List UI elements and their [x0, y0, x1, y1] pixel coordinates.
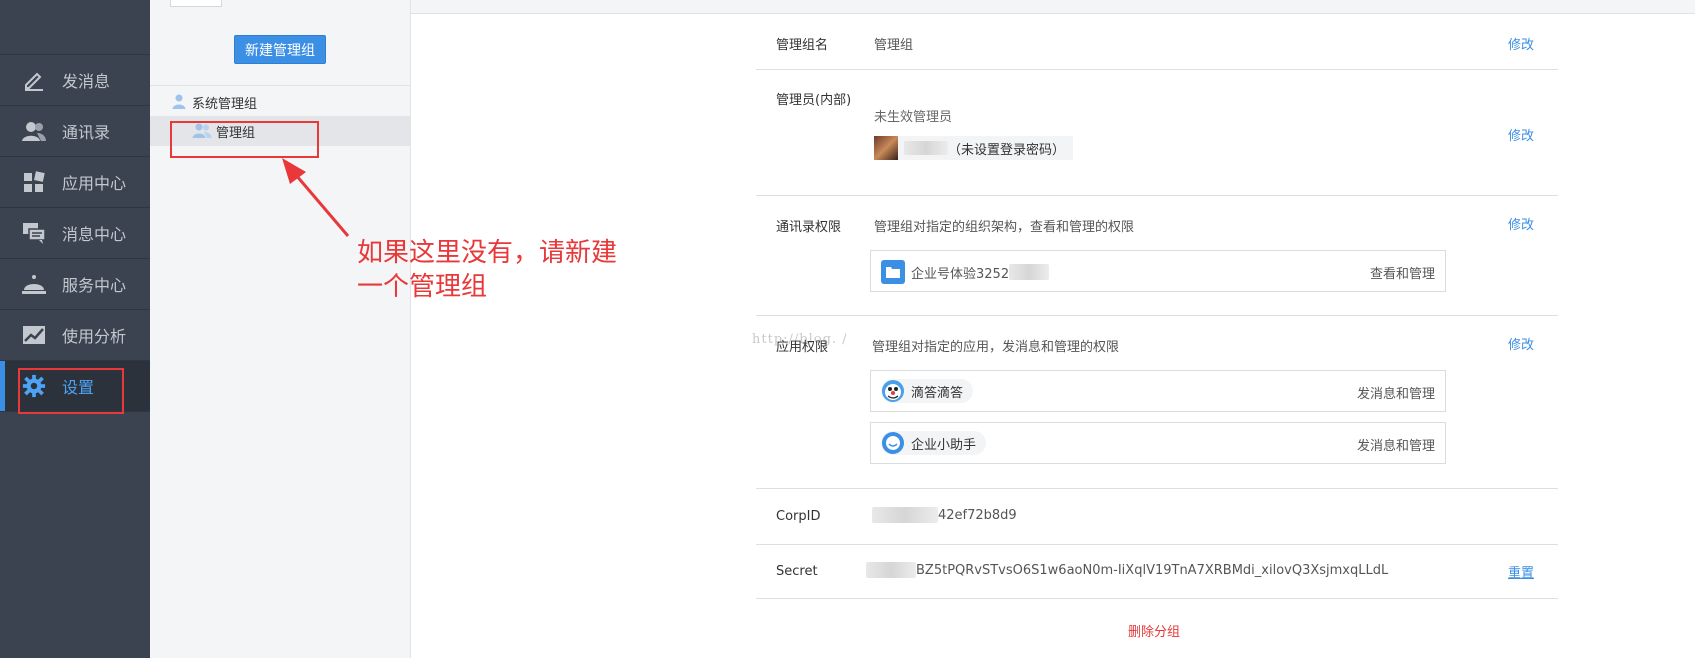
edit-contacts-perm-link[interactable]: 修改: [1508, 214, 1534, 233]
nav-item-label: 发消息: [62, 72, 111, 91]
app-name: 滴答滴答: [911, 385, 964, 401]
nav-top-space: [0, 0, 150, 55]
top-strip: [411, 0, 1695, 14]
admin-entry[interactable]: （未设置登录密码）: [874, 136, 1074, 160]
nav-item-send-message[interactable]: 发消息: [0, 55, 150, 106]
org-name: 企业号体验3252: [911, 266, 1010, 282]
app-permission: 发消息和管理: [1356, 387, 1435, 402]
message-bubbles-icon: [22, 221, 46, 245]
app-permission: 发消息和管理: [1356, 439, 1435, 454]
annotation-arrow-icon: [282, 158, 350, 237]
contacts-icon: [22, 119, 46, 143]
secret-text: BZ5tPQRvSTvsO6S1w6aoN0m-IiXqlV19TnA7XRBM…: [916, 562, 1389, 578]
tree-item-system-group[interactable]: 系统管理组: [172, 92, 257, 112]
dida-app-icon: [881, 379, 905, 403]
admin-note: （未设置登录密码）: [948, 142, 1066, 158]
contacts-perm-box: 企业号体验3252 查看和管理: [870, 250, 1446, 292]
group-name-value: 管理组: [874, 38, 914, 53]
nav-item-app-center[interactable]: 应用中心: [0, 157, 150, 208]
nav-item-service-center[interactable]: 服务中心: [0, 259, 150, 310]
secret-label: Secret: [776, 564, 818, 579]
nav-item-label: 应用中心: [62, 174, 127, 193]
app-chip-assistant[interactable]: 企业小助手: [881, 431, 987, 455]
apps-grid-icon: [22, 170, 46, 194]
nav-item-label: 服务中心: [62, 276, 127, 295]
secret-value: BZ5tPQRvSTvsO6S1w6aoN0m-IiXqlV19TnA7XRBM…: [866, 562, 1388, 578]
top-tab[interactable]: [170, 0, 222, 7]
nav-item-label: 消息中心: [62, 225, 127, 244]
blurred-org-suffix: [1009, 264, 1050, 280]
org-entry[interactable]: 企业号体验3252: [881, 260, 1050, 284]
annotation-text: 如果这里没有，请新建 一个管理组: [357, 236, 657, 304]
divider: [756, 488, 1558, 489]
app-perm-desc: 管理组对指定的应用，发消息和管理的权限: [872, 340, 1120, 355]
nav-item-analytics[interactable]: 使用分析: [0, 310, 150, 361]
contacts-perm-desc: 管理组对指定的组织架构，查看和管理的权限: [874, 220, 1135, 235]
annotation-line-1: 如果这里没有，请新建: [357, 238, 618, 268]
app-name: 企业小助手: [911, 437, 977, 453]
app-perm-box-2: 企业小助手 发消息和管理: [870, 422, 1446, 464]
nav-item-message-center[interactable]: 消息中心: [0, 208, 150, 259]
app-chip-dida[interactable]: 滴答滴答: [881, 379, 974, 403]
highlight-box-settings: [18, 368, 124, 414]
corpid-value: 42ef72b8d9: [872, 507, 1017, 523]
admins-label: 管理员(内部): [776, 93, 852, 108]
divider: [756, 544, 1558, 545]
tree-item-label: 系统管理组: [192, 96, 258, 112]
blurred-secret-prefix: [866, 562, 916, 578]
divider: [756, 195, 1558, 196]
edit-admins-link[interactable]: 修改: [1508, 125, 1534, 144]
edit-group-name-link[interactable]: 修改: [1508, 34, 1534, 53]
blurred-admin-name: [904, 141, 948, 155]
highlight-box-group: [170, 121, 319, 158]
corpid-text: 42ef72b8d9: [938, 507, 1017, 523]
annotation-line-2: 一个管理组: [357, 272, 488, 302]
divider: [756, 598, 1558, 599]
analytics-chart-icon: [22, 323, 46, 347]
group-name-label: 管理组名: [776, 38, 829, 53]
admins-status: 未生效管理员: [874, 110, 953, 125]
nav-item-label: 通讯录: [62, 123, 111, 142]
new-group-button[interactable]: 新建管理组: [234, 35, 326, 64]
corpid-label: CorpID: [776, 509, 821, 524]
delete-group-link[interactable]: 删除分组: [1128, 621, 1180, 640]
app-perm-box-1: 滴答滴答 发消息和管理: [870, 370, 1446, 412]
blurred-corpid-prefix: [872, 507, 938, 523]
divider: [756, 69, 1558, 70]
left-nav: 发消息 通讯录 应用中心 消息中心 服务中心 使用分析 设置: [0, 0, 150, 658]
reset-secret-link[interactable]: 重置: [1508, 562, 1534, 581]
contacts-perm-label: 通讯录权限: [776, 220, 842, 235]
service-bell-icon: [22, 272, 46, 296]
nav-item-label: 使用分析: [62, 327, 127, 346]
edit-app-perm-link[interactable]: 修改: [1508, 334, 1534, 353]
sidebar-divider: [150, 85, 411, 86]
assistant-app-icon: [881, 431, 905, 455]
pencil-icon: [22, 68, 46, 92]
folder-icon: [881, 260, 905, 284]
avatar: [874, 136, 898, 160]
app-perm-label: 应用权限: [776, 340, 829, 355]
nav-item-contacts[interactable]: 通讯录: [0, 106, 150, 157]
divider: [756, 315, 1558, 316]
user-icon: [172, 94, 188, 110]
org-permission: 查看和管理: [1369, 267, 1435, 282]
